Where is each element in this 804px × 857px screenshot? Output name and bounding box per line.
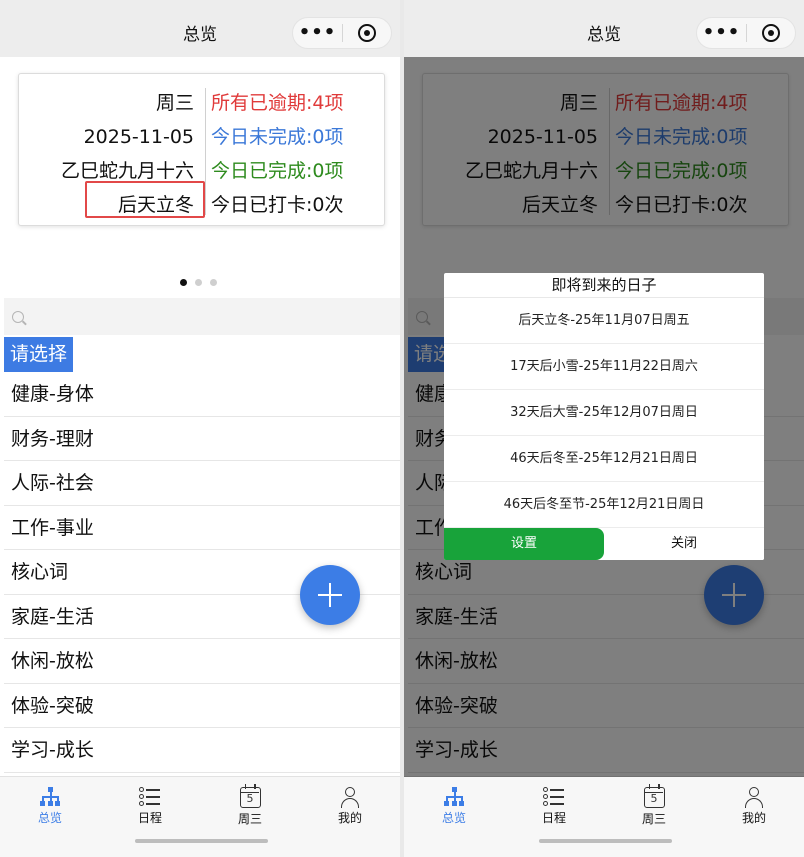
category-item[interactable]: 人际-社会: [4, 461, 400, 506]
checkin-count: 今日已打卡:0次: [211, 194, 344, 216]
overview-screen: 总览 ••• 周三 2025-11-05 乙巳蛇九月十六 后天立冬 所有已逾期:…: [0, 0, 400, 857]
close-program-button[interactable]: [747, 24, 795, 42]
completed-count: 今日已完成:0项: [211, 160, 344, 182]
card-divider: [205, 88, 206, 215]
category-item[interactable]: 健康-身体: [4, 372, 400, 417]
user-icon: [340, 787, 360, 808]
category-item[interactable]: 休闲-放松: [4, 639, 400, 684]
tab-label: 我的: [337, 811, 362, 825]
calendar-icon: 5: [643, 784, 665, 808]
tab-label: 周三: [237, 812, 262, 826]
tab-label: 总览: [37, 811, 62, 825]
upcoming-days-dialog: 即将到来的日子 后天立冬-25年11月07日周五 17天后小雪-25年11月22…: [444, 273, 764, 560]
tab-label: 总览: [441, 811, 466, 825]
target-icon: [357, 24, 376, 42]
more-menu-button[interactable]: •••: [293, 18, 342, 48]
mini-program-capsule: •••: [696, 17, 796, 49]
carousel-dot[interactable]: [210, 279, 217, 286]
category-item[interactable]: 学习-成长: [4, 728, 400, 773]
tab-me[interactable]: 我的: [704, 777, 804, 857]
list-icon: [139, 787, 161, 807]
category-item[interactable]: 体验-突破: [4, 684, 400, 728]
search-input[interactable]: [32, 308, 372, 325]
close-program-button[interactable]: [343, 24, 391, 42]
screenshot-pair: 总览 ••• 周三 2025-11-05 乙巳蛇九月十六 后天立冬 所有已逾期:…: [0, 0, 804, 857]
category-list: 请选择 健康-身体 财务-理财 人际-社会 工作-事业 核心词 家庭-生活 休闲…: [4, 337, 400, 773]
add-button[interactable]: [300, 565, 360, 625]
date-text: 2025-11-05: [83, 126, 194, 148]
tab-label: 日程: [137, 811, 162, 825]
calendar-day: 5: [246, 792, 254, 805]
overdue-count: 所有已逾期:4项: [211, 92, 344, 114]
home-indicator: [539, 839, 672, 843]
more-menu-button[interactable]: •••: [697, 18, 746, 48]
user-icon: [744, 787, 764, 808]
carousel-dot[interactable]: [195, 279, 202, 286]
tab-label: 我的: [741, 811, 766, 825]
close-button[interactable]: 关闭: [604, 528, 764, 560]
tab-schedule[interactable]: 日程: [100, 777, 200, 857]
tab-overview[interactable]: 总览: [0, 777, 100, 857]
home-indicator: [135, 839, 268, 843]
search-bar[interactable]: [4, 298, 400, 335]
carousel-dot[interactable]: [180, 279, 187, 286]
stats-column: 所有已逾期:4项 今日未完成:0项 今日已完成:0项 今日已打卡:0次: [211, 86, 386, 222]
calendar-day: 5: [650, 792, 658, 805]
upcoming-day-item[interactable]: 46天后冬至-25年12月21日周日: [444, 436, 764, 482]
tree-icon: [40, 787, 60, 807]
nav-header: 总览 •••: [404, 0, 804, 57]
upcoming-day-item[interactable]: 17天后小雪-25年11月22日周六: [444, 344, 764, 390]
carousel-indicator: [180, 279, 217, 286]
select-prompt[interactable]: 请选择: [4, 337, 74, 372]
upcoming-day-item[interactable]: 46天后冬至节-25年12月21日周日: [444, 482, 764, 528]
dialog-title: 即将到来的日子: [444, 273, 764, 298]
search-icon: [12, 310, 24, 323]
list-icon: [543, 787, 565, 807]
upcoming-day-item[interactable]: 后天立冬-25年11月07日周五: [444, 298, 764, 344]
tab-label: 日程: [541, 811, 566, 825]
calendar-icon: 5: [239, 784, 261, 808]
dialog-buttons: 设置 关闭: [444, 528, 764, 560]
weekday-text: 周三: [155, 92, 194, 114]
tab-me[interactable]: 我的: [300, 777, 400, 857]
pending-count: 今日未完成:0项: [211, 126, 344, 148]
tree-icon: [444, 787, 464, 807]
tab-week[interactable]: 5 周三: [200, 777, 300, 857]
tab-label: 周三: [641, 812, 666, 826]
mini-program-capsule: •••: [292, 17, 392, 49]
nav-header: 总览 •••: [0, 0, 400, 57]
plus-icon-stroke: [328, 583, 332, 607]
settings-button[interactable]: 设置: [444, 528, 604, 560]
category-item[interactable]: 财务-理财: [4, 417, 400, 461]
target-icon: [761, 24, 780, 42]
tab-schedule[interactable]: 日程: [504, 777, 604, 857]
category-item[interactable]: 工作-事业: [4, 506, 400, 550]
upcoming-day-item[interactable]: 32天后大雪-25年12月07日周日: [444, 390, 764, 436]
tab-week[interactable]: 5 周三: [604, 777, 704, 857]
overview-screen-with-dialog: 总览 ••• 周三 2025-11-05 乙巳蛇九月十六 后天立冬 所有已逾期:…: [404, 0, 804, 857]
tab-bar: 总览 日程 5 周三 我的: [404, 776, 804, 857]
tab-overview[interactable]: 总览: [404, 777, 504, 857]
highlight-box: [85, 181, 205, 218]
summary-card[interactable]: 周三 2025-11-05 乙巳蛇九月十六 后天立冬 所有已逾期:4项 今日未完…: [18, 73, 385, 226]
tab-bar: 总览 日程 5 周三 我的: [0, 776, 400, 857]
